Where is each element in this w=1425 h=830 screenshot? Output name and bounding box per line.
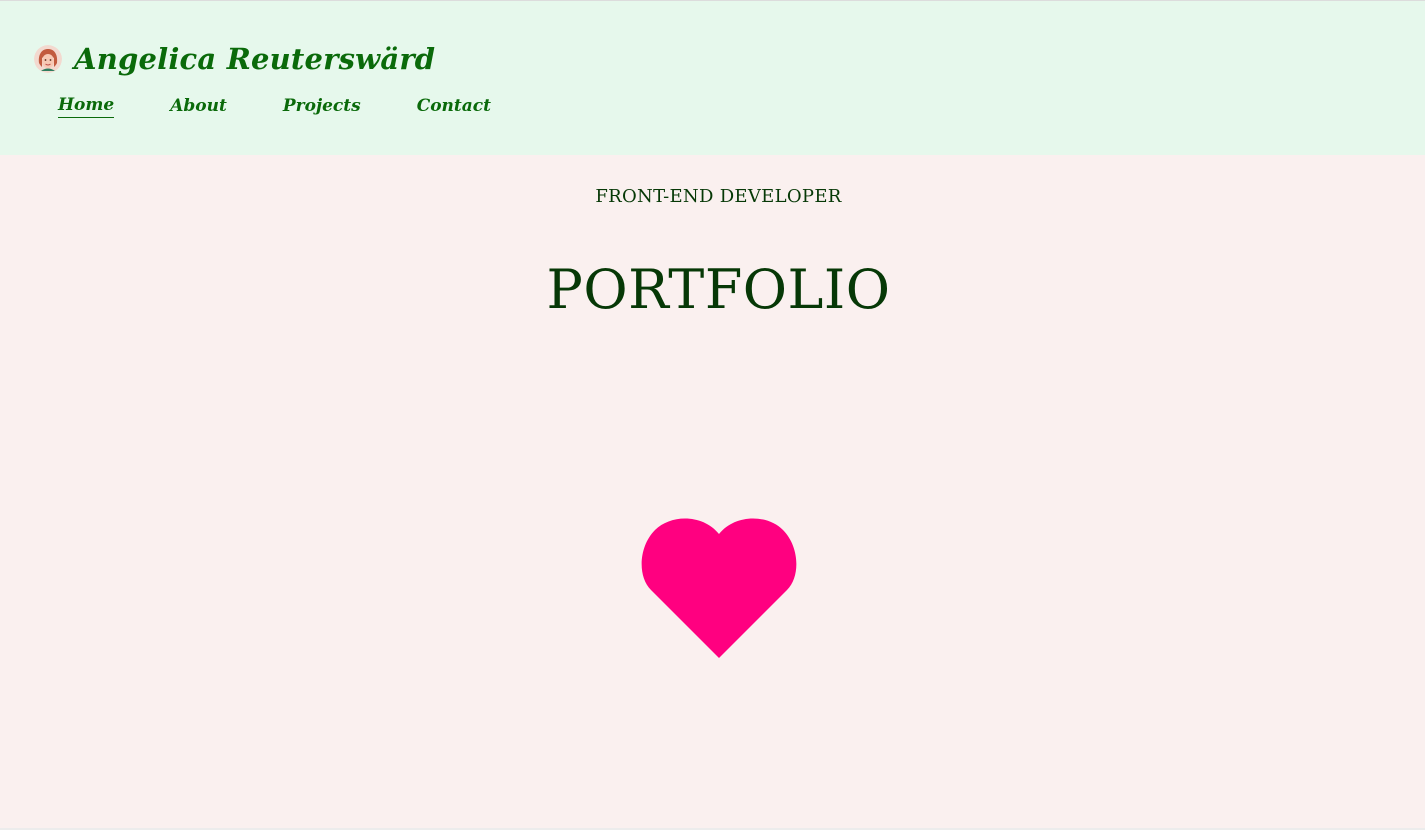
nav-contact[interactable]: Contact <box>417 96 491 118</box>
nav-home[interactable]: Home <box>58 95 115 118</box>
brand[interactable]: Angelica Reuterswärd <box>34 39 435 79</box>
avatar <box>34 45 62 73</box>
heart-icon <box>641 518 797 658</box>
nav-about[interactable]: About <box>170 96 227 118</box>
main-nav: Home About Projects Contact <box>58 95 491 118</box>
hero-subtitle: FRONT-END DEVELOPER <box>595 186 842 207</box>
site-header: Angelica Reuterswärd Home About Projects… <box>0 1 1425 155</box>
nav-projects[interactable]: Projects <box>283 96 361 118</box>
brand-name[interactable]: Angelica Reuterswärd <box>74 42 435 76</box>
hero-title: PORTFOLIO <box>546 258 891 321</box>
